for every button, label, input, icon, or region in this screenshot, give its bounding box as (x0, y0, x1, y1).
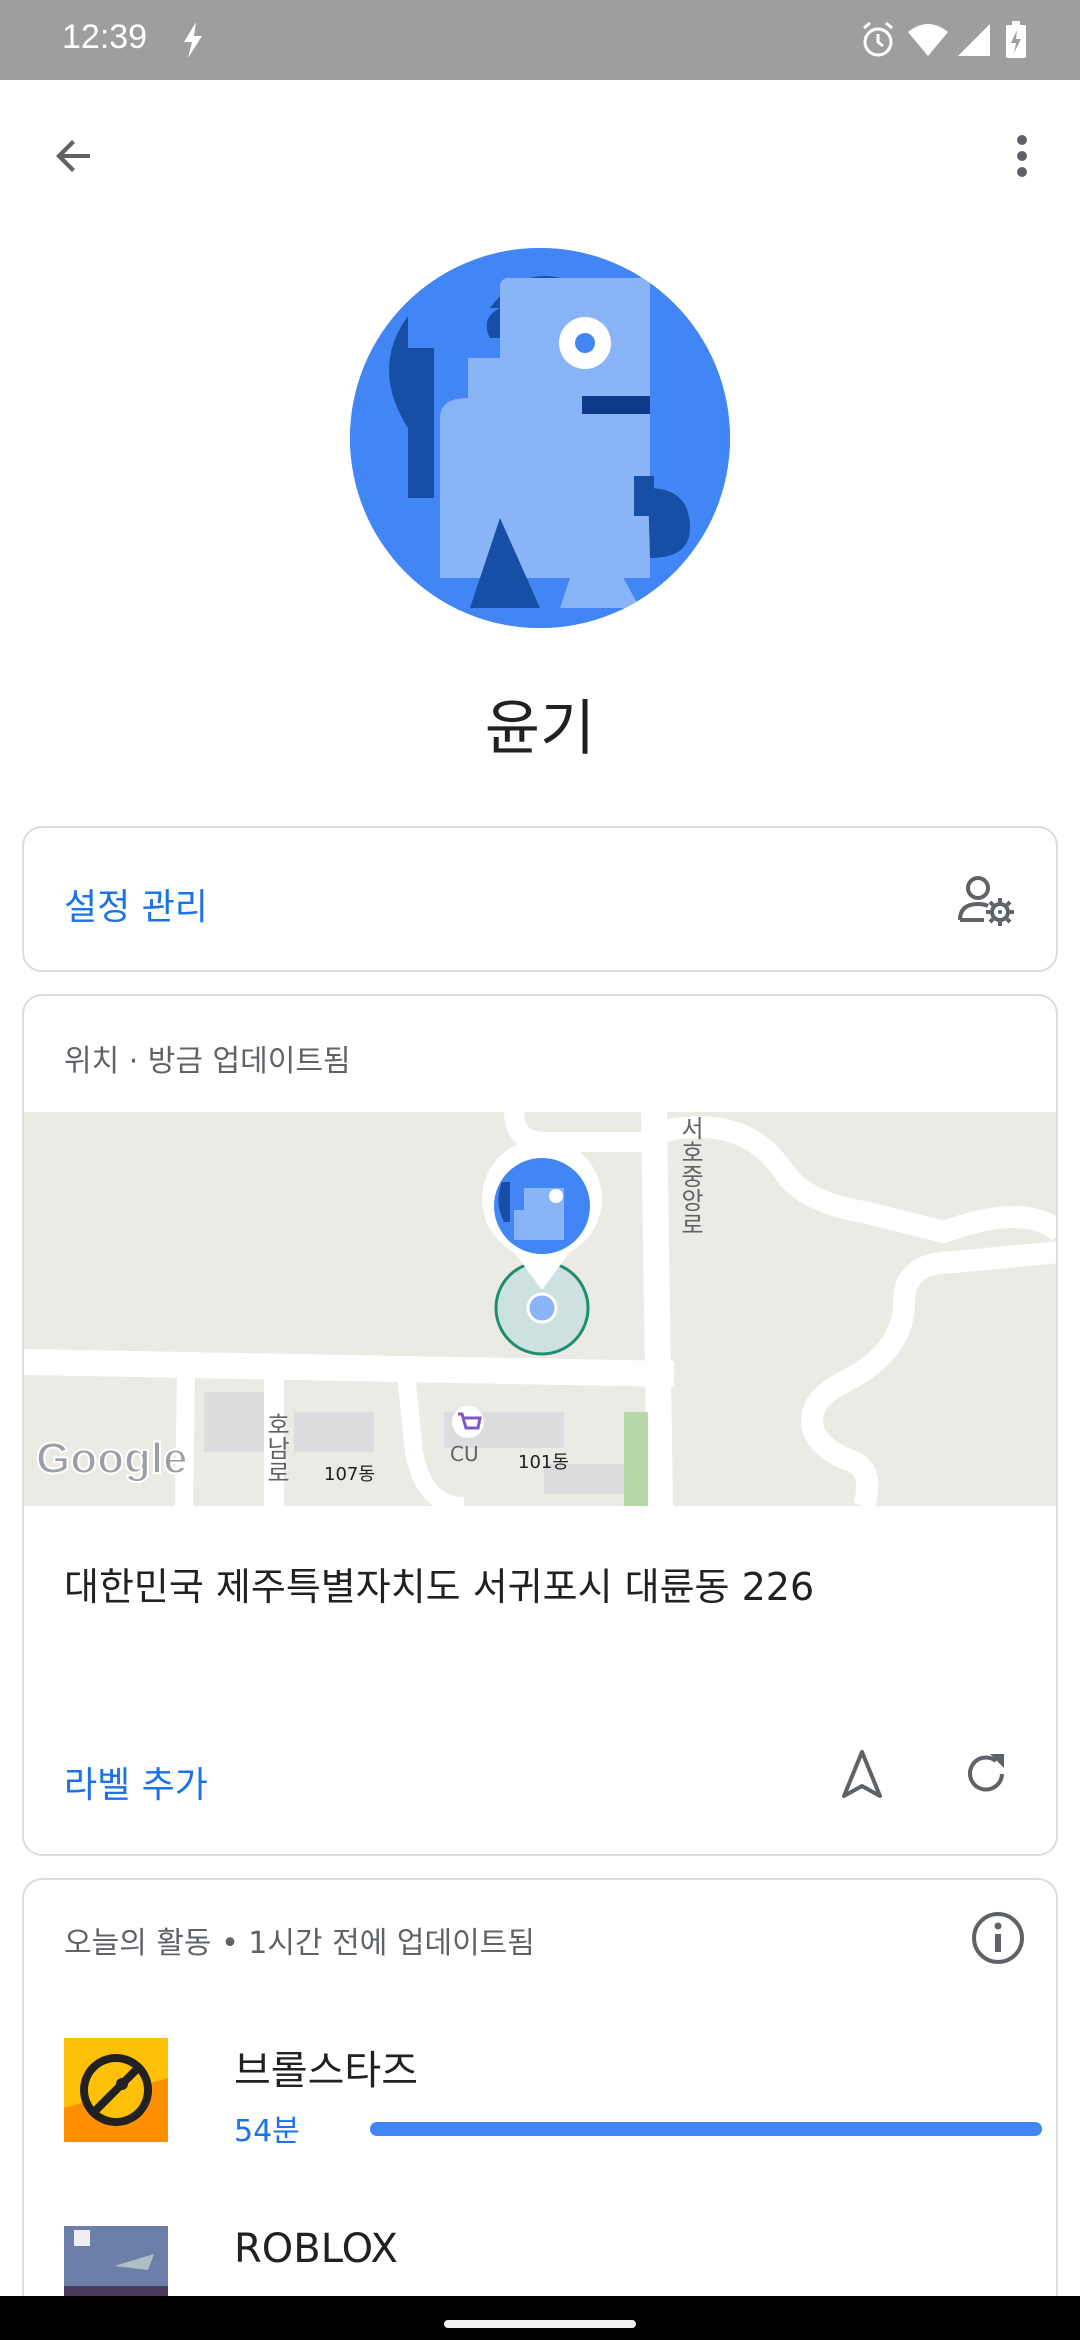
google-logo: Google (35, 1433, 189, 1484)
location-map[interactable]: 서호중앙로 호남로 CU 107동 101동 Google (24, 1112, 1056, 1506)
app-usage-time: 54분 (234, 2114, 300, 2149)
home-gesture-pill[interactable] (444, 2320, 636, 2328)
app-bar (0, 80, 1080, 230)
map-road-label: 서호중앙로 (676, 1116, 704, 1236)
arrow-back-icon (56, 140, 90, 172)
map-building-label-1: 107동 (324, 1464, 375, 1485)
system-nav-bar (0, 2296, 1080, 2340)
manage-settings-label: 설정 관리 (64, 887, 208, 928)
wifi-icon (906, 20, 950, 64)
back-button[interactable] (34, 124, 114, 188)
refresh-icon[interactable] (960, 1748, 1012, 1804)
child-avatar[interactable] (350, 248, 730, 628)
activity-header: 오늘의 활동 • 1시간 전에 업데이트됨 (64, 1926, 535, 1961)
battery-icon (1004, 20, 1028, 64)
brawl-stars-app-icon (64, 2038, 168, 2142)
child-name: 윤기 (484, 694, 596, 764)
usage-bar-fill (370, 2122, 1042, 2136)
dog-avatar-icon (350, 248, 730, 628)
location-header: 위치 · 방금 업데이트됨 (64, 1044, 351, 1079)
more-vert-icon (1017, 135, 1027, 177)
directions-icon[interactable] (836, 1748, 888, 1804)
location-address: 대한민국 제주특별자치도 서귀포시 대륜동 226 (64, 1565, 815, 1609)
add-label-button[interactable]: 라벨 추가 (64, 1756, 208, 1808)
activity-card: 오늘의 활동 • 1시간 전에 업데이트됨 브롤스타즈 54분 ROBLOX (22, 1878, 1058, 2340)
signal-icon (956, 20, 992, 64)
app-usage-row[interactable]: 브롤스타즈 54분 (64, 2038, 1042, 2149)
flash-icon (178, 20, 208, 64)
alarm-icon (860, 20, 896, 64)
info-icon[interactable] (970, 1910, 1026, 1970)
manage-settings-card[interactable]: 설정 관리 (22, 826, 1058, 972)
more-options-button[interactable] (992, 124, 1052, 188)
status-time: 12:39 (62, 18, 148, 56)
app-name: ROBLOX (234, 2226, 398, 2272)
map-store-label: CU (450, 1442, 479, 1466)
map-building-label-2: 101동 (518, 1452, 569, 1473)
location-card: 위치 · 방금 업데이트됨 서호중앙로 호남로 CU 107동 101동 Goo… (22, 994, 1058, 1856)
status-bar: 12:39 (0, 0, 1080, 80)
manage-account-icon (958, 874, 1014, 930)
usage-bar (370, 2122, 1042, 2136)
app-name: 브롤스타즈 (234, 2048, 418, 2094)
map-road-label-2: 호남로 (262, 1412, 290, 1484)
